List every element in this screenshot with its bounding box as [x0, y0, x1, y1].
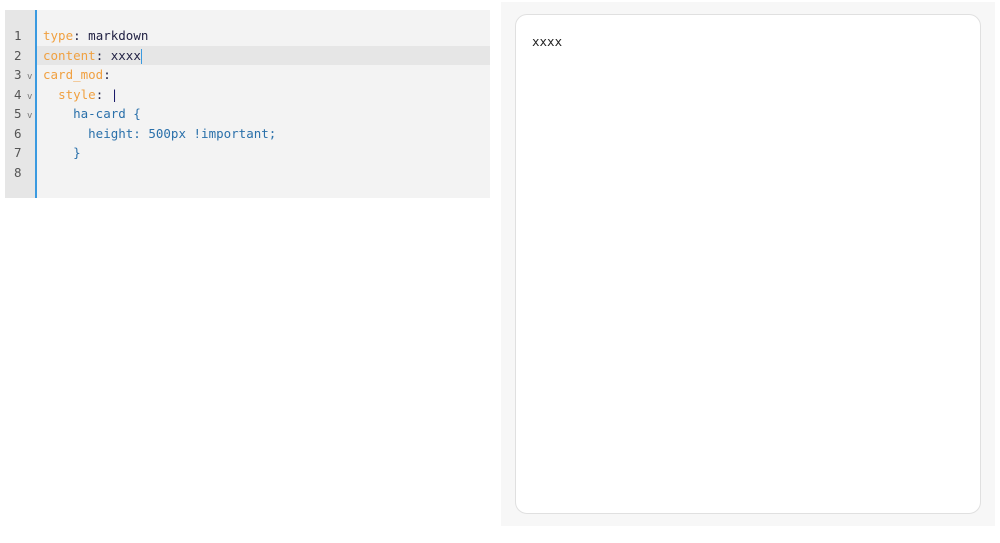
yaml-value: xxxx [110, 47, 141, 63]
text-cursor [140, 48, 142, 64]
block-text: } [43, 145, 81, 160]
line-number: 1 [14, 28, 22, 43]
block-text: ha-card { [43, 106, 141, 121]
yaml-value: markdown [88, 28, 149, 43]
code-line[interactable]: 3 v card_mod: [5, 65, 490, 85]
separator: : [95, 47, 111, 63]
yaml-block-indicator: | [110, 86, 119, 102]
block-text: height: 500px !important; [43, 125, 277, 141]
yaml-key: type [43, 28, 74, 43]
code-line[interactable]: 5v ha-card { [5, 104, 490, 124]
code-line[interactable]: 4v style: | [5, 85, 490, 105]
line-number: 8 [14, 164, 22, 180]
separator: : [95, 86, 111, 102]
separator: : [103, 67, 111, 82]
yaml-key: content [43, 47, 96, 63]
line-number: 2 [14, 47, 22, 63]
code-line[interactable]: 1 type: markdown [5, 26, 490, 46]
yaml-key: style [58, 86, 96, 102]
line-number: 6 [14, 125, 22, 141]
line-number: 4 [14, 86, 22, 102]
code-line-active[interactable]: 2 content: xxxx [5, 45, 490, 65]
card-preview-panel: xxxx [501, 2, 995, 526]
line-number: 3 [14, 67, 22, 82]
yaml-code-editor[interactable]: 1 type: markdown 2 content: xxxx 3 v card_mo… [5, 10, 490, 198]
separator: : [73, 28, 89, 43]
yaml-key: card_mod [43, 67, 104, 82]
markdown-card: xxxx [515, 14, 981, 514]
line-number: 7 [14, 145, 22, 160]
code-line[interactable]: 7 } [5, 143, 490, 163]
code-line[interactable]: 6 height: 500px !important; [5, 124, 490, 144]
line-number: 5 [14, 106, 22, 121]
card-content: xxxx [532, 34, 563, 49]
code-line[interactable]: 8 [5, 163, 490, 183]
